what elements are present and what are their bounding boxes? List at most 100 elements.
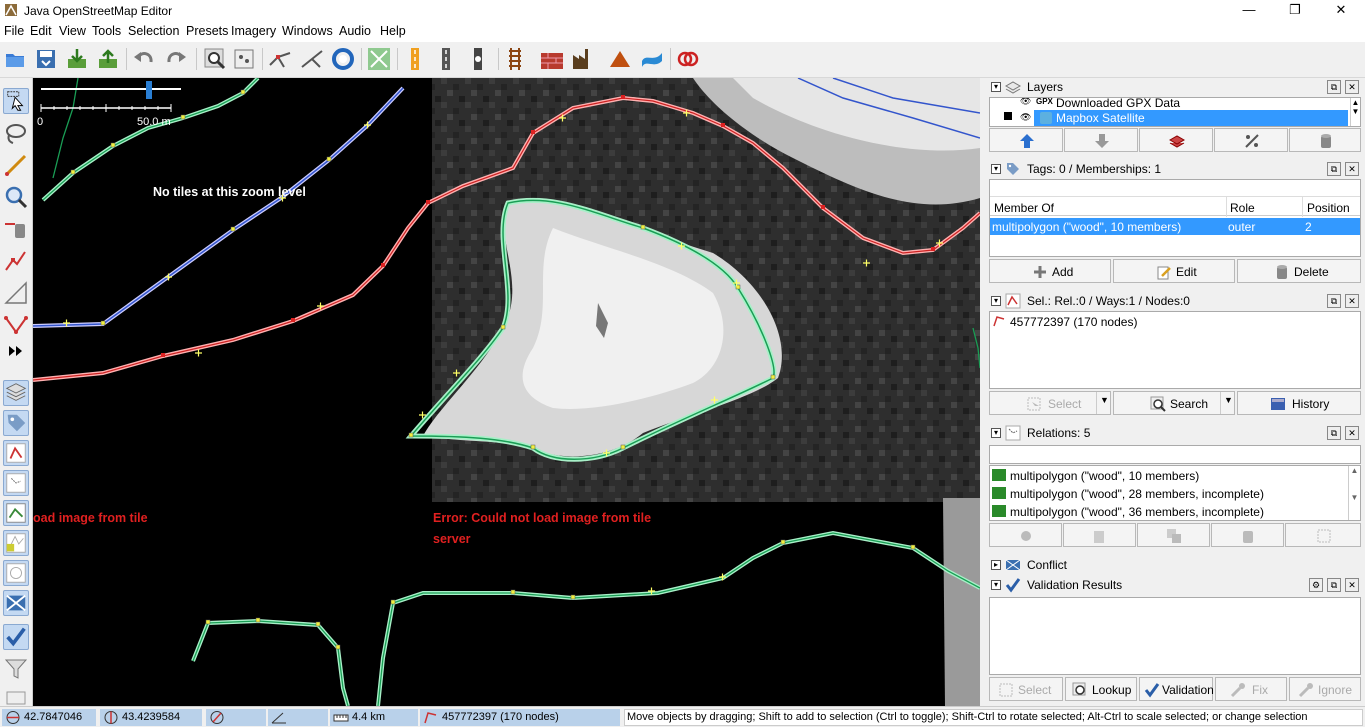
close-panel-icon[interactable]: ✕ xyxy=(1345,162,1359,176)
menu-selection[interactable]: Selection xyxy=(128,24,179,38)
activate-layer-button[interactable] xyxy=(1139,128,1213,152)
history-button[interactable]: History xyxy=(1237,391,1361,415)
visibility-eye-icon[interactable]: 👁 xyxy=(1020,112,1031,123)
delete-relation-button[interactable] xyxy=(1211,523,1284,547)
selection-panel-header[interactable]: ▾ Sel.: Rel.:0 / Ways:1 / Nodes:0 ⧉ ✕ xyxy=(987,292,1363,310)
more-modes-icon[interactable] xyxy=(3,338,29,364)
column-header-member-of[interactable]: Member Of xyxy=(994,201,1054,215)
move-down-button[interactable] xyxy=(1064,128,1138,152)
layer-row-selected[interactable]: Mapbox Satellite xyxy=(1034,110,1348,126)
close-panel-icon[interactable]: ✕ xyxy=(1345,294,1359,308)
layer-row[interactable]: 👁 GPX Downloaded GPX Data xyxy=(990,98,1350,110)
save-icon[interactable] xyxy=(34,47,58,71)
industrial-preset-icon[interactable] xyxy=(571,47,595,71)
menu-file[interactable]: File xyxy=(4,24,24,38)
relations-panel-header[interactable]: ▾ Relations: 5 ⧉ ✕ xyxy=(987,424,1363,442)
layers-toggle-icon[interactable] xyxy=(3,380,29,406)
conflict-panel-header[interactable]: ▸ Conflict xyxy=(987,556,1363,574)
detach-icon[interactable]: ⧉ xyxy=(1327,162,1341,176)
maximize-button[interactable]: ❐ xyxy=(1272,0,1318,22)
menu-windows[interactable]: Windows xyxy=(282,24,333,38)
layer-list-scrollbar[interactable]: ▲ ▼ xyxy=(1350,98,1360,126)
edit-relation-button[interactable] xyxy=(1063,523,1136,547)
menu-tools[interactable]: Tools xyxy=(92,24,121,38)
menu-presets[interactable]: Presets xyxy=(186,24,228,38)
detach-icon[interactable]: ⧉ xyxy=(1327,80,1341,94)
redo-icon[interactable] xyxy=(164,47,188,71)
selection-toggle-icon[interactable] xyxy=(3,440,29,466)
close-button[interactable]: ✕ xyxy=(1318,0,1364,22)
delete-mode-icon[interactable] xyxy=(3,216,29,242)
select-mode-icon[interactable] xyxy=(3,88,29,114)
railway-preset-icon[interactable] xyxy=(503,47,527,71)
close-panel-icon[interactable]: ✕ xyxy=(1345,578,1359,592)
open-file-icon[interactable] xyxy=(3,47,27,71)
zoom-mode-icon[interactable] xyxy=(3,184,29,210)
preferences-icon[interactable]: ⚙ xyxy=(1309,578,1323,592)
validation-select-button[interactable]: Select xyxy=(989,677,1063,701)
filter-icon[interactable] xyxy=(3,656,29,682)
improve-way-mode-icon[interactable] xyxy=(3,312,29,338)
duplicate-relation-button[interactable] xyxy=(1137,523,1210,547)
delete-layer-button[interactable] xyxy=(1289,128,1361,152)
move-up-button[interactable] xyxy=(989,128,1063,152)
tags-toggle-icon[interactable] xyxy=(3,410,29,436)
dropdown-arrow-icon[interactable]: ▼ xyxy=(1096,392,1109,414)
collapse-toggle-icon[interactable]: ▾ xyxy=(991,82,1001,92)
collapse-toggle-icon[interactable]: ▾ xyxy=(991,580,1001,590)
upload-icon[interactable] xyxy=(96,47,120,71)
menu-imagery[interactable]: Imagery xyxy=(231,24,276,38)
column-header-position[interactable]: Position xyxy=(1307,201,1350,215)
detach-icon[interactable]: ⧉ xyxy=(1327,426,1341,440)
minimize-button[interactable]: — xyxy=(1226,0,1272,22)
layer-opacity-button[interactable] xyxy=(1214,128,1288,152)
filter-toggle-icon[interactable] xyxy=(3,560,29,586)
waterway-preset-icon[interactable] xyxy=(640,47,664,71)
map-view[interactable]: 0 50.0 m No tiles at this zoom level oad… xyxy=(33,78,980,706)
panel-splitter[interactable] xyxy=(980,78,987,706)
expand-toggle-icon[interactable]: ▸ xyxy=(991,560,1001,570)
split-way-icon[interactable] xyxy=(268,47,292,71)
draw-mode-icon[interactable] xyxy=(3,152,29,178)
validation-panel-header[interactable]: ▾ Validation Results ⚙ ⧉ ✕ xyxy=(987,576,1363,594)
menu-view[interactable]: View xyxy=(59,24,86,38)
relation-list-scrollbar[interactable]: ▲ ▼ xyxy=(1348,466,1360,520)
collapse-toggle-icon[interactable]: ▾ xyxy=(991,164,1001,174)
collapse-toggle-icon[interactable]: ▾ xyxy=(991,296,1001,306)
map-toolbar-more-icon[interactable] xyxy=(3,682,29,708)
preferences-icon[interactable] xyxy=(232,47,256,71)
run-validation-button[interactable]: Validation xyxy=(1139,677,1214,701)
download-icon[interactable] xyxy=(65,47,89,71)
undo-icon[interactable] xyxy=(132,47,156,71)
menu-help[interactable]: Help xyxy=(380,24,406,38)
combine-way-icon[interactable] xyxy=(300,47,324,71)
zoom-icon[interactable] xyxy=(203,47,227,71)
dropdown-arrow-icon[interactable]: ▼ xyxy=(1220,392,1233,414)
list-item[interactable]: 457772397 (170 nodes) xyxy=(990,314,1360,330)
validation-toggle-icon[interactable] xyxy=(3,624,29,650)
list-item[interactable]: multipolygon ("wood", 28 members, incomp… xyxy=(990,485,1346,502)
select-dropdown-button[interactable]: Select ▼ xyxy=(989,391,1111,415)
building-preset-icon[interactable] xyxy=(540,47,564,71)
ignore-button[interactable]: Ignore xyxy=(1289,677,1361,701)
parallel-mode-icon[interactable] xyxy=(3,248,29,274)
map-mode-icon[interactable] xyxy=(367,47,391,71)
add-relation-member-button[interactable] xyxy=(989,523,1062,547)
search-dropdown-button[interactable]: Search ▼ xyxy=(1113,391,1235,415)
highway-preset-icon[interactable] xyxy=(403,47,427,71)
add-button[interactable]: Add xyxy=(989,259,1111,283)
measure-mode-icon[interactable] xyxy=(3,280,29,306)
refresh-icon[interactable] xyxy=(331,47,355,71)
delete-button[interactable]: Delete xyxy=(1237,259,1361,283)
detach-icon[interactable]: ⧉ xyxy=(1327,294,1341,308)
collapse-toggle-icon[interactable]: ▾ xyxy=(991,428,1001,438)
layers-panel-header[interactable]: ▾ Layers ⧉ ✕ xyxy=(987,78,1363,96)
fix-button[interactable]: Fix xyxy=(1215,677,1287,701)
menu-audio[interactable]: Audio xyxy=(339,24,371,38)
select-relation-button[interactable] xyxy=(1285,523,1361,547)
relation-filter-input[interactable] xyxy=(989,445,1361,464)
map-paint-icon[interactable] xyxy=(3,530,29,556)
history-toggle-icon[interactable] xyxy=(3,500,29,526)
lasso-mode-icon[interactable] xyxy=(3,120,29,146)
table-row[interactable]: multipolygon ("wood", 10 members) outer … xyxy=(990,218,1360,235)
